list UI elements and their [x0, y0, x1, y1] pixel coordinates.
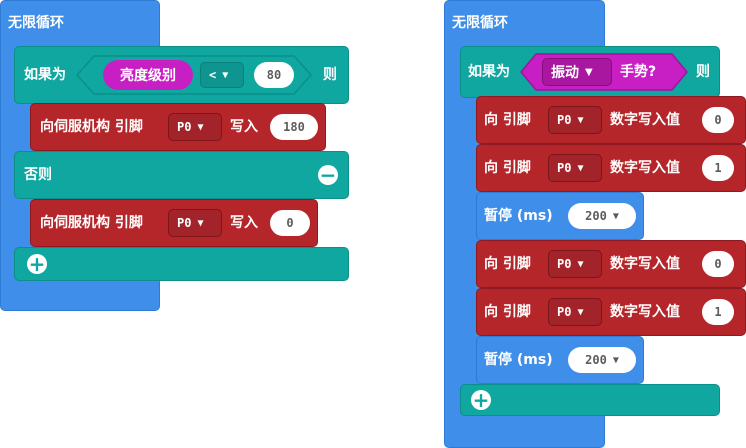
digital-label: 数字写入值: [610, 160, 680, 176]
digital-value: 0: [714, 113, 722, 127]
write-label: 写入: [230, 119, 258, 135]
write-label: 写入: [230, 215, 258, 231]
then-label: 则: [696, 64, 710, 80]
gesture-dropdown[interactable]: 振动 ▼: [542, 58, 612, 86]
digital-pin-value: P0: [557, 257, 572, 271]
servo-value-input[interactable]: 0: [270, 210, 310, 236]
threshold-input[interactable]: 80: [254, 62, 294, 88]
digital-value-input[interactable]: 1: [702, 299, 734, 325]
servo-value: 180: [283, 120, 305, 134]
servo-pin-value: P0: [177, 216, 192, 230]
chevron-down-icon: ▼: [585, 66, 593, 78]
chevron-down-icon: ▼: [197, 217, 204, 229]
servo-value-input[interactable]: 180: [270, 114, 318, 140]
pause-value-dropdown[interactable]: 200 ▼: [568, 203, 636, 229]
light-level-reporter[interactable]: 亮度级别: [103, 60, 193, 90]
if-label: 如果为: [468, 64, 510, 80]
digital-pin-dropdown[interactable]: P0 ▼: [548, 154, 602, 182]
digital-prefix: 向 引脚: [484, 112, 531, 128]
servo-label: 向伺服机构 引脚: [40, 119, 143, 135]
servo-label: 向伺服机构 引脚: [40, 215, 143, 231]
plus-circle-icon[interactable]: +: [471, 390, 491, 410]
gesture-value: 振动: [551, 65, 579, 81]
digital-value: 1: [714, 305, 722, 319]
digital-prefix: 向 引脚: [484, 304, 531, 320]
servo-pin-dropdown[interactable]: P0 ▼: [168, 209, 222, 237]
digital-label: 数字写入值: [610, 304, 680, 320]
pause-label: 暂停 (ms): [484, 352, 553, 368]
threshold-value: 80: [266, 68, 282, 82]
servo-pin-value: P0: [177, 120, 192, 134]
digital-pin-dropdown[interactable]: P0 ▼: [548, 106, 602, 134]
digital-pin-value: P0: [557, 113, 572, 127]
digital-value-input[interactable]: 0: [702, 107, 734, 133]
servo-value: 0: [286, 216, 294, 230]
digital-prefix: 向 引脚: [484, 256, 531, 272]
else-label: 否则: [24, 167, 52, 183]
light-level-label: 亮度级别: [120, 68, 176, 84]
digital-pin-value: P0: [557, 305, 572, 319]
forever-label: 无限循环: [452, 15, 508, 31]
digital-value: 1: [714, 161, 722, 175]
digital-label: 数字写入值: [610, 256, 680, 272]
digital-pin-dropdown[interactable]: P0 ▼: [548, 298, 602, 326]
chevron-down-icon: ▼: [577, 114, 584, 126]
digital-value-input[interactable]: 0: [702, 251, 734, 277]
if-label: 如果为: [24, 67, 66, 83]
pause-value: 200: [585, 353, 607, 367]
chevron-down-icon: ▼: [197, 121, 204, 133]
digital-pin-dropdown[interactable]: P0 ▼: [548, 250, 602, 278]
chevron-down-icon: ▼: [577, 258, 584, 270]
minus-circle-icon[interactable]: −: [318, 165, 338, 185]
digital-value-input[interactable]: 1: [702, 155, 734, 181]
servo-pin-dropdown[interactable]: P0 ▼: [168, 113, 222, 141]
digital-value: 0: [714, 257, 722, 271]
pause-label: 暂停 (ms): [484, 208, 553, 224]
if-bottom-arm: [460, 384, 720, 416]
digital-pin-value: P0: [557, 161, 572, 175]
chevron-down-icon: ▼: [222, 69, 229, 81]
then-label: 则: [323, 67, 337, 83]
gesture-suffix: 手势?: [620, 64, 657, 80]
digital-prefix: 向 引脚: [484, 160, 531, 176]
if-bottom-arm: [14, 247, 349, 281]
pause-value: 200: [585, 209, 607, 223]
chevron-down-icon: ▼: [577, 162, 584, 174]
pause-value-dropdown[interactable]: 200 ▼: [568, 347, 636, 373]
operator-value: <: [209, 68, 217, 82]
else-arm: [14, 151, 349, 199]
plus-circle-icon[interactable]: +: [27, 254, 47, 274]
chevron-down-icon: ▼: [577, 306, 584, 318]
digital-label: 数字写入值: [610, 112, 680, 128]
forever-label: 无限循环: [8, 15, 64, 31]
chevron-down-icon: ▼: [612, 354, 619, 366]
operator-dropdown[interactable]: < ▼: [200, 62, 244, 88]
chevron-down-icon: ▼: [612, 210, 619, 222]
